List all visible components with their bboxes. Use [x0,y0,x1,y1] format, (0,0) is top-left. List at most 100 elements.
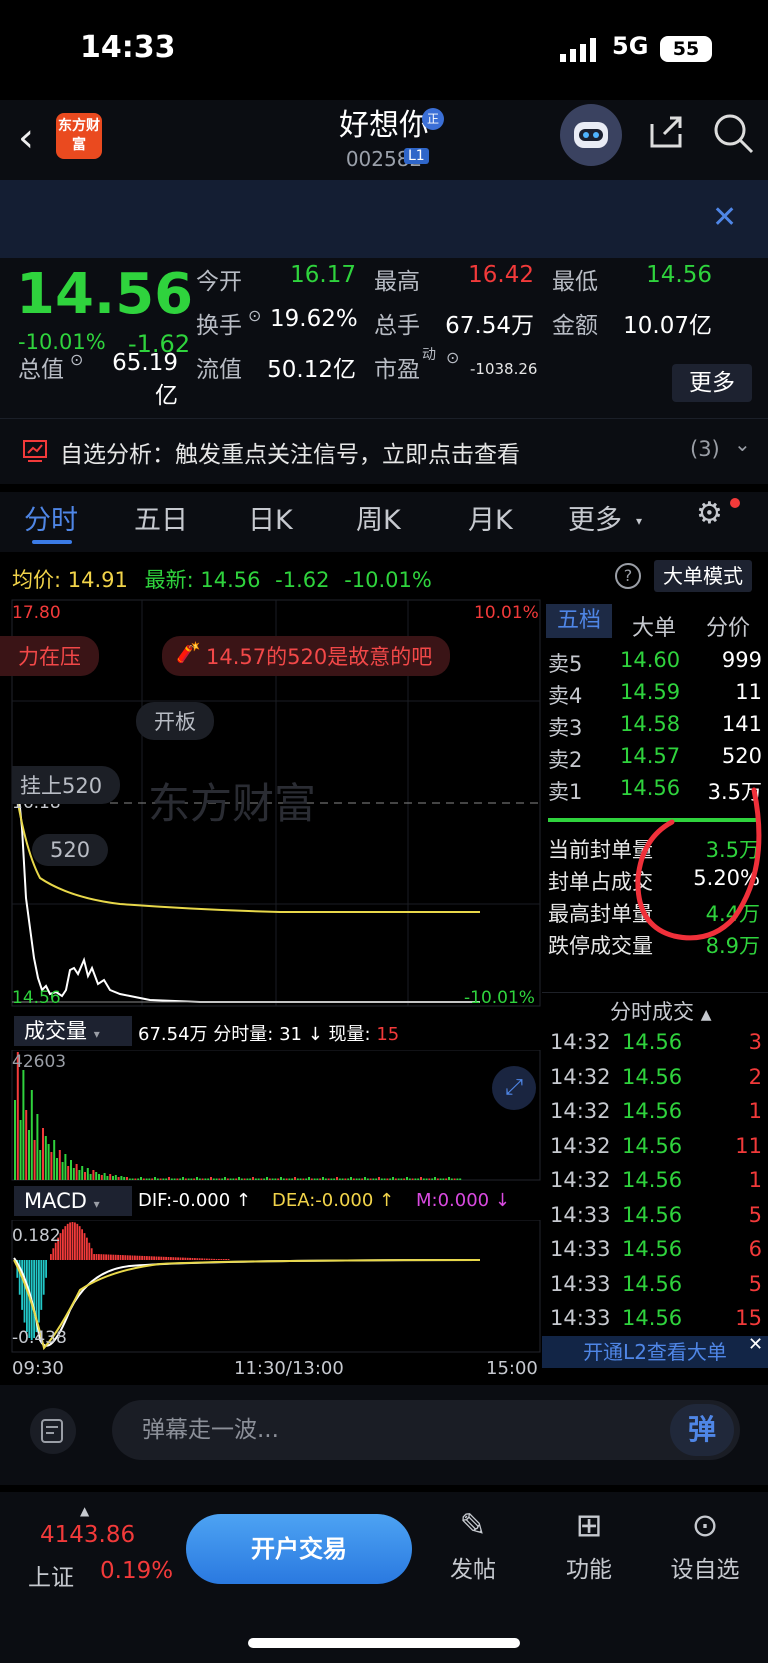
functions-button[interactable]: ⊞ 功能 [544,1506,634,1584]
index-percent[interactable]: 0.19% [100,1558,173,1584]
close-icon[interactable]: ✕ [748,1334,763,1355]
volume-bar [81,1166,84,1180]
open-account-button[interactable]: 开户交易 [186,1514,412,1584]
gear-icon[interactable]: ⚙ [696,496,723,531]
macd-bar [100,1254,103,1260]
macd-bar [64,1226,67,1260]
tick-time: 14:32 [550,1064,611,1089]
y-axis-bottom-pct: -10.01% [464,988,535,1008]
volume-bar [322,1177,324,1180]
macd-bottom: -0.438 [12,1328,67,1348]
macd-bar [93,1254,95,1260]
chevron-down-icon[interactable]: ⌄ [734,432,751,456]
ask-volume: 999 [721,648,762,672]
volume-bar [151,1178,154,1180]
volume-bar [42,1128,44,1180]
latest-pct: -10.01% [344,568,432,592]
tick-volume: 3 [748,1030,762,1054]
danmu-chip[interactable]: 开板 [136,702,214,740]
search-icon[interactable] [712,112,754,154]
macd-chart[interactable] [0,1220,542,1354]
tab-monthly-k[interactable]: 月K [468,498,513,537]
big-order-mode-button[interactable]: 大单模式 [654,560,752,592]
macd-bar [66,1223,69,1260]
tab-daily-k[interactable]: 日K [248,498,293,537]
ask-label: 卖5 [548,652,583,676]
volume-bar [319,1178,322,1180]
volume-bar [148,1178,151,1180]
danmu-input[interactable]: 弹幕走一波... [112,1400,740,1460]
add-watchlist-button[interactable]: ⊙ 设自选 [660,1506,750,1584]
tab-five-day[interactable]: 五日 [134,498,188,537]
volume-bar [392,1177,394,1180]
tab-order-book[interactable]: 五档 [546,604,612,638]
divider [542,992,768,993]
quote-label: 换手 [196,313,242,339]
tab-big-orders[interactable]: 大单 [632,610,676,642]
danmu-chip[interactable]: 力在压 [0,636,99,676]
share-icon[interactable] [646,112,686,152]
level-badge[interactable]: L1 [404,148,429,164]
volume-bar [238,1177,240,1180]
quote-label: 总手 [374,313,420,339]
avg-value: 14.91 [67,568,128,592]
volume-bar [120,1176,123,1180]
index-name[interactable]: 上证 [28,1558,74,1592]
macd-bar [124,1255,127,1260]
home-indicator[interactable] [248,1638,520,1648]
post-button[interactable]: ✎ 发帖 [428,1506,518,1584]
volume-bar [434,1177,436,1180]
volume-bar [408,1178,411,1180]
macd-bar [184,1257,187,1260]
expand-icon[interactable]: ⤢ [492,1066,536,1110]
danmu-settings-icon[interactable] [30,1408,76,1454]
robot-avatar-icon[interactable] [560,104,622,166]
tick-time: 14:33 [550,1306,611,1330]
indicator-selector[interactable]: MACD ▾ [14,1186,132,1216]
volume-bar [28,1130,30,1180]
tab-more[interactable]: 更多 [568,498,622,537]
help-icon[interactable]: ? [615,563,641,589]
close-icon[interactable]: ✕ [712,200,737,235]
tab-intraday[interactable]: 分时 [24,498,78,537]
macd-bar [220,1259,223,1260]
ticks-title[interactable]: 分时成交 ▲ [610,996,711,1026]
tab-weekly-k[interactable]: 周K [356,498,401,537]
volume-bar [291,1178,294,1180]
volume-bar [277,1178,280,1180]
macd-bar [167,1257,170,1260]
quote-label: 今开 [196,269,242,295]
quote-label: 金额 [552,313,598,339]
volume-bar [168,1177,170,1180]
volume-bar [445,1178,448,1180]
price-summary: 均价: 14.91 最新: 14.56 -1.62 -10.01% [12,564,432,594]
info-icon[interactable]: ⊙ [446,348,459,367]
volume-selector[interactable]: 成交量 ▾ [14,1016,132,1046]
volume-bar [137,1178,140,1180]
macd-bar [38,1260,40,1323]
volume-bar [364,1177,366,1180]
volume-chart[interactable] [0,1050,542,1182]
danmu-button[interactable]: 弹 [670,1404,734,1456]
volume-bar [179,1178,182,1180]
tab-price-volume[interactable]: 分价 [706,610,750,642]
info-icon[interactable]: ⊙ [248,306,261,325]
macd-bar [81,1229,83,1260]
index-value[interactable]: 4143.86 [40,1522,135,1548]
macd-bar [170,1257,172,1260]
volume-bar [176,1178,179,1180]
volume-bar [215,1178,218,1180]
volume-bar [425,1178,428,1180]
danmu-chip[interactable]: 520 [32,834,109,866]
danmu-chip[interactable]: 14.57的520是故意的吧 [162,636,451,676]
more-button[interactable]: 更多 [672,364,752,402]
danmu-chip[interactable]: 挂上520 [12,766,121,804]
volume-bar [159,1178,162,1180]
badge-icon: 正 [422,108,444,130]
info-icon[interactable]: ⊙ [70,350,83,369]
macd-bar [194,1258,196,1260]
ask-price: 14.58 [620,712,681,736]
macd-bar [40,1260,43,1310]
tick-price: 14.56 [622,1202,683,1227]
l2-banner[interactable]: 开通L2查看大单 [542,1336,768,1368]
